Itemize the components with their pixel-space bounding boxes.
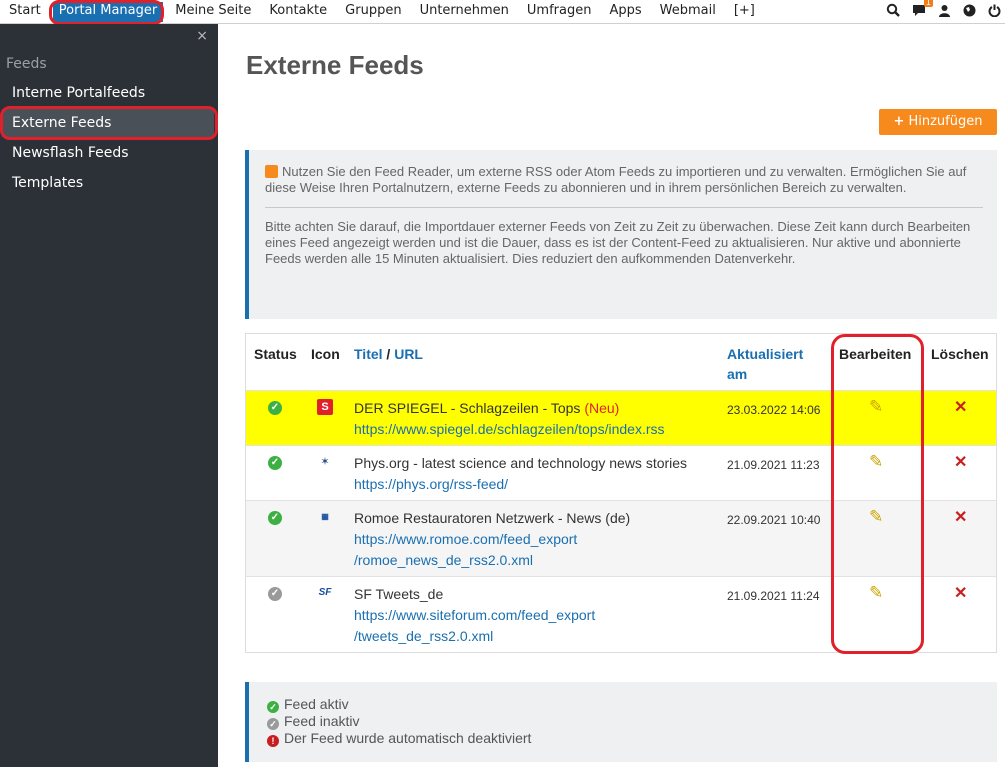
feed-title[interactable]: Romoe Restauratoren Netzwerk - News (de) [354, 510, 630, 526]
pencil-icon[interactable]: ✎ [869, 452, 883, 472]
close-icon[interactable]: × [196, 28, 208, 44]
col-delete: Löschen [931, 346, 989, 362]
main-content: Externe Feeds + Hinzufügen Nutzen Sie den… [218, 24, 1005, 767]
nav-start[interactable]: Start [0, 0, 50, 24]
feed-updated: 23.03.2022 14:06 [727, 403, 821, 417]
info-text-1: Nutzen Sie den Feed Reader, um externe R… [265, 164, 967, 195]
table-row: ✓ S DER SPIEGEL - Schlagzeilen - Tops (N… [246, 391, 996, 446]
info-paragraph-2: Bitte achten Sie darauf, die Importdauer… [265, 219, 971, 266]
info-box: Nutzen Sie den Feed Reader, um externe R… [245, 150, 997, 319]
sidebar-item-newsflash-feeds[interactable]: Newsflash Feeds [2, 139, 214, 167]
feed-url[interactable]: https://www.spiegel.de/schlagzeilen/tops… [354, 421, 665, 437]
col-icon: Icon [311, 346, 340, 362]
col-status: Status [254, 346, 297, 362]
nav-gruppen[interactable]: Gruppen [336, 0, 410, 24]
nav-meine-seite[interactable]: Meine Seite [166, 0, 260, 24]
col-updated-line2: am [727, 366, 748, 382]
legend-error: ! Der Feed wurde automatisch deaktiviert [267, 730, 997, 747]
feed-url-cont[interactable]: /romoe_news_de_rss2.0.xml [354, 552, 533, 568]
sidebar-item-interne-portalfeeds[interactable]: Interne Portalfeeds [2, 79, 214, 107]
delete-icon[interactable]: ✕ [954, 507, 967, 527]
legend-active-label: Feed aktiv [284, 696, 349, 712]
legend-box: ✓ Feed aktiv ✓ Feed inaktiv ! Der Feed wurd… [245, 682, 997, 762]
legend-error-label: Der Feed wurde automatisch deaktiviert [284, 730, 532, 746]
info-divider [265, 207, 983, 208]
table-row: ✓ ✶ Phys.org - latest science and techno… [246, 446, 996, 501]
status-error-icon: ! [267, 735, 279, 747]
status-active-icon: ✓ [268, 511, 282, 525]
feed-title-url: Romoe Restauratoren Netzwerk - News (de)… [354, 508, 630, 571]
status-active-icon: ✓ [268, 401, 282, 415]
sidebar-item-externe-feeds[interactable]: Externe Feeds [2, 109, 214, 137]
feed-updated: 21.09.2021 11:24 [727, 589, 820, 603]
feed-url-cont[interactable]: /tweets_de_rss2.0.xml [354, 628, 493, 644]
title-url-separator: / [386, 346, 391, 362]
feed-url[interactable]: https://phys.org/rss-feed/ [354, 476, 508, 492]
chat-notification-icon[interactable]: 1 [912, 0, 933, 21]
feeds-table: Status Icon Titel / URL Aktualisiert am … [245, 333, 997, 653]
plus-icon: + [893, 114, 905, 129]
sidebar-section-title: Feeds [6, 56, 47, 72]
legend-inactive-label: Feed inaktiv [284, 713, 360, 729]
legend-inactive: ✓ Feed inaktiv [267, 713, 997, 730]
spiegel-icon: S [317, 399, 333, 415]
nav-webmail[interactable]: Webmail [651, 0, 725, 24]
status-inactive-icon: ✓ [267, 718, 279, 730]
col-updated-line1: Aktualisiert [727, 346, 804, 362]
table-row: ✓ SF SF Tweets_de https://www.siteforum.… [246, 577, 996, 652]
sf-icon: SF [318, 587, 332, 598]
pencil-icon[interactable]: ✎ [869, 507, 883, 527]
nav-more[interactable]: [+] [725, 0, 764, 24]
nav-unternehmen[interactable]: Unternehmen [411, 0, 518, 24]
page-title: Externe Feeds [246, 50, 424, 80]
power-icon[interactable] [988, 4, 1001, 21]
top-navigation: Start Portal Manager Meine Seite Kontakt… [0, 0, 1005, 24]
physorg-icon: ✶ [320, 456, 330, 468]
add-feed-label: Hinzufügen [908, 114, 983, 129]
info-paragraph-1: Nutzen Sie den Feed Reader, um externe R… [265, 164, 983, 196]
status-active-icon: ✓ [268, 456, 282, 470]
feed-title[interactable]: Phys.org - latest science and technology… [354, 455, 687, 471]
nav-umfragen[interactable]: Umfragen [518, 0, 601, 24]
legend-active: ✓ Feed aktiv [267, 696, 997, 713]
top-right-icons: 1 [886, 0, 1001, 24]
status-active-icon: ✓ [267, 701, 279, 713]
rss-icon [265, 165, 278, 178]
pencil-icon[interactable]: ✎ [869, 397, 883, 417]
table-row: ✓ ▦ Romoe Restauratoren Netzwerk - News … [246, 501, 996, 577]
notification-count-badge: 1 [923, 0, 933, 7]
user-icon[interactable] [938, 4, 951, 21]
feed-title-url: Phys.org - latest science and technology… [354, 453, 687, 495]
search-zoom-icon[interactable] [886, 3, 900, 21]
feed-url[interactable]: https://www.romoe.com/feed_export [354, 531, 577, 547]
feed-updated: 21.09.2021 11:23 [727, 458, 820, 472]
feed-updated: 22.09.2021 10:40 [727, 513, 821, 527]
col-edit: Bearbeiten [839, 346, 912, 362]
feed-title-url: SF Tweets_de https://www.siteforum.com/f… [354, 584, 595, 647]
add-feed-button[interactable]: + Hinzufügen [879, 109, 997, 135]
delete-icon[interactable]: ✕ [954, 397, 967, 417]
feed-title[interactable]: SF Tweets_de [354, 586, 443, 602]
status-inactive-icon: ✓ [268, 587, 282, 601]
col-title-url: Titel / URL [354, 344, 423, 364]
nav-portal-manager[interactable]: Portal Manager [52, 1, 164, 22]
delete-icon[interactable]: ✕ [954, 583, 967, 603]
sort-updated-link[interactable]: Aktualisiert am [727, 344, 803, 384]
table-header: Status Icon Titel / URL Aktualisiert am … [246, 334, 996, 391]
romoe-icon: ▦ [321, 512, 329, 521]
nav-apps[interactable]: Apps [600, 0, 650, 24]
sort-url-link[interactable]: URL [394, 346, 423, 362]
delete-icon[interactable]: ✕ [954, 452, 967, 472]
new-tag: (Neu) [584, 400, 620, 416]
pencil-icon[interactable]: ✎ [869, 583, 883, 603]
feed-title[interactable]: DER SPIEGEL - Schlagzeilen - Tops [354, 400, 580, 416]
feed-url[interactable]: https://www.siteforum.com/feed_export [354, 607, 595, 623]
feed-title-url: DER SPIEGEL - Schlagzeilen - Tops (Neu) … [354, 398, 665, 440]
sort-title-link[interactable]: Titel [354, 346, 383, 362]
sidebar-item-templates[interactable]: Templates [2, 169, 214, 197]
nav-kontakte[interactable]: Kontakte [260, 0, 336, 24]
sidebar: × Feeds Interne Portalfeeds Externe Feed… [0, 24, 218, 767]
globe-icon[interactable] [963, 4, 976, 21]
